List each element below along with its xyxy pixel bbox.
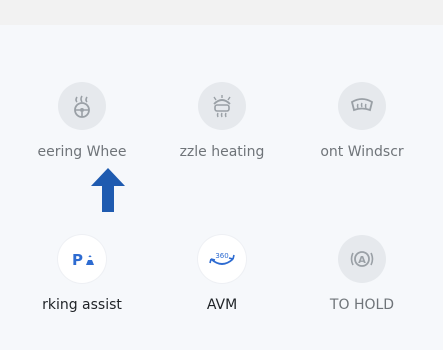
- avm-360-icon: 360: [198, 235, 246, 283]
- svg-text:360: 360: [215, 252, 228, 260]
- auto-hold-icon: A: [338, 235, 386, 283]
- tile-label: zzle heating: [179, 144, 265, 160]
- auto-hold-toggle[interactable]: A TO HOLD: [292, 235, 432, 335]
- tile-label: eering Whee: [37, 144, 127, 160]
- nozzle-heating-toggle[interactable]: zzle heating: [152, 82, 292, 182]
- svg-text:P: P: [72, 251, 83, 269]
- parking-assist-toggle[interactable]: P rking assist: [12, 235, 152, 335]
- front-windscreen-defrost-toggle[interactable]: ont Windscr: [292, 82, 432, 182]
- tile-label: AVM: [206, 297, 238, 313]
- front-windscreen-defrost-icon: [338, 82, 386, 130]
- steering-wheel-heat-icon: [58, 82, 106, 130]
- top-bar: [0, 0, 443, 25]
- nozzle-heating-icon: [198, 82, 246, 130]
- steering-wheel-heating-toggle[interactable]: eering Whee: [12, 82, 152, 182]
- avm-toggle[interactable]: 360 AVM: [152, 235, 292, 335]
- parking-assist-icon: P: [58, 235, 106, 283]
- tile-label: TO HOLD: [329, 297, 395, 313]
- tile-label: ont Windscr: [320, 144, 404, 160]
- up-arrow-pointer-icon: [88, 166, 128, 220]
- svg-text:A: A: [358, 255, 366, 266]
- quick-controls-panel: eering Whee zzle heating ont Windscr P r…: [0, 25, 443, 350]
- tile-label: rking assist: [42, 297, 122, 313]
